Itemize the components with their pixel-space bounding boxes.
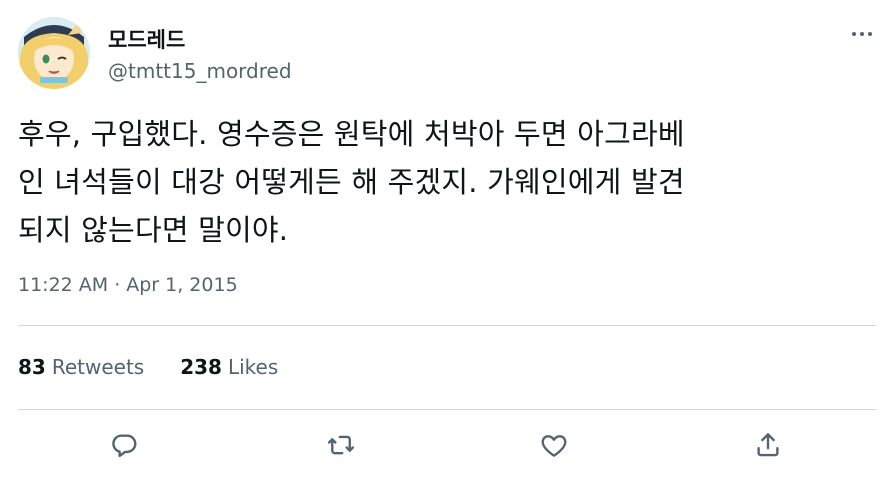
tweet-timestamp[interactable]: 11:22 AM · Apr 1, 2015 (18, 274, 238, 296)
avatar[interactable] (18, 17, 90, 89)
more-dot-icon (860, 32, 864, 36)
tweet-text-line: 인 녀석들이 대강 어떻게든 해 주겠지. 가웨인에게 발견 (18, 165, 685, 199)
divider (18, 325, 876, 326)
divider (18, 409, 876, 410)
tweet-text-line: 되지 않는다면 말이야. (18, 213, 289, 247)
like-button[interactable] (537, 428, 571, 462)
tweet-text-line: 후우, 구입했다. 영수증은 원탁에 처박아 두면 아그라베 (18, 117, 685, 151)
reply-icon (112, 434, 137, 458)
tweet-actions (0, 424, 894, 468)
retweets-label: Retweets (51, 355, 145, 379)
tweet-time: 11:22 AM (18, 274, 109, 296)
share-icon (757, 433, 779, 457)
timestamp-separator: · (114, 274, 121, 296)
more-options-button[interactable] (848, 24, 876, 44)
author-handle[interactable]: @tmtt15_mordred (108, 59, 292, 83)
retweets-stat[interactable]: 83 Retweets (18, 355, 144, 379)
more-dot-icon (868, 32, 872, 36)
like-icon (541, 435, 567, 457)
tweet-date: Apr 1, 2015 (126, 274, 238, 296)
likes-count: 238 (180, 355, 222, 379)
retweet-icon (327, 435, 355, 455)
tweet-stats: 83 Retweets 238 Likes (18, 355, 278, 379)
more-dot-icon (852, 32, 856, 36)
tweet-text: 후우, 구입했다. 영수증은 원탁에 처박아 두면 아그라베 인 녀석들이 대강… (18, 110, 874, 254)
reply-button[interactable] (107, 428, 141, 462)
author-display-name[interactable]: 모드레드 (108, 24, 185, 54)
likes-stat[interactable]: 238 Likes (180, 355, 278, 379)
avatar-image (18, 17, 90, 89)
likes-label: Likes (227, 355, 279, 379)
retweets-count: 83 (18, 355, 46, 379)
share-button[interactable] (751, 428, 785, 462)
tweet-card: 모드레드 @tmtt15_mordred 후우, 구입했다. 영수증은 원탁에 … (0, 0, 894, 499)
retweet-button[interactable] (324, 428, 358, 462)
